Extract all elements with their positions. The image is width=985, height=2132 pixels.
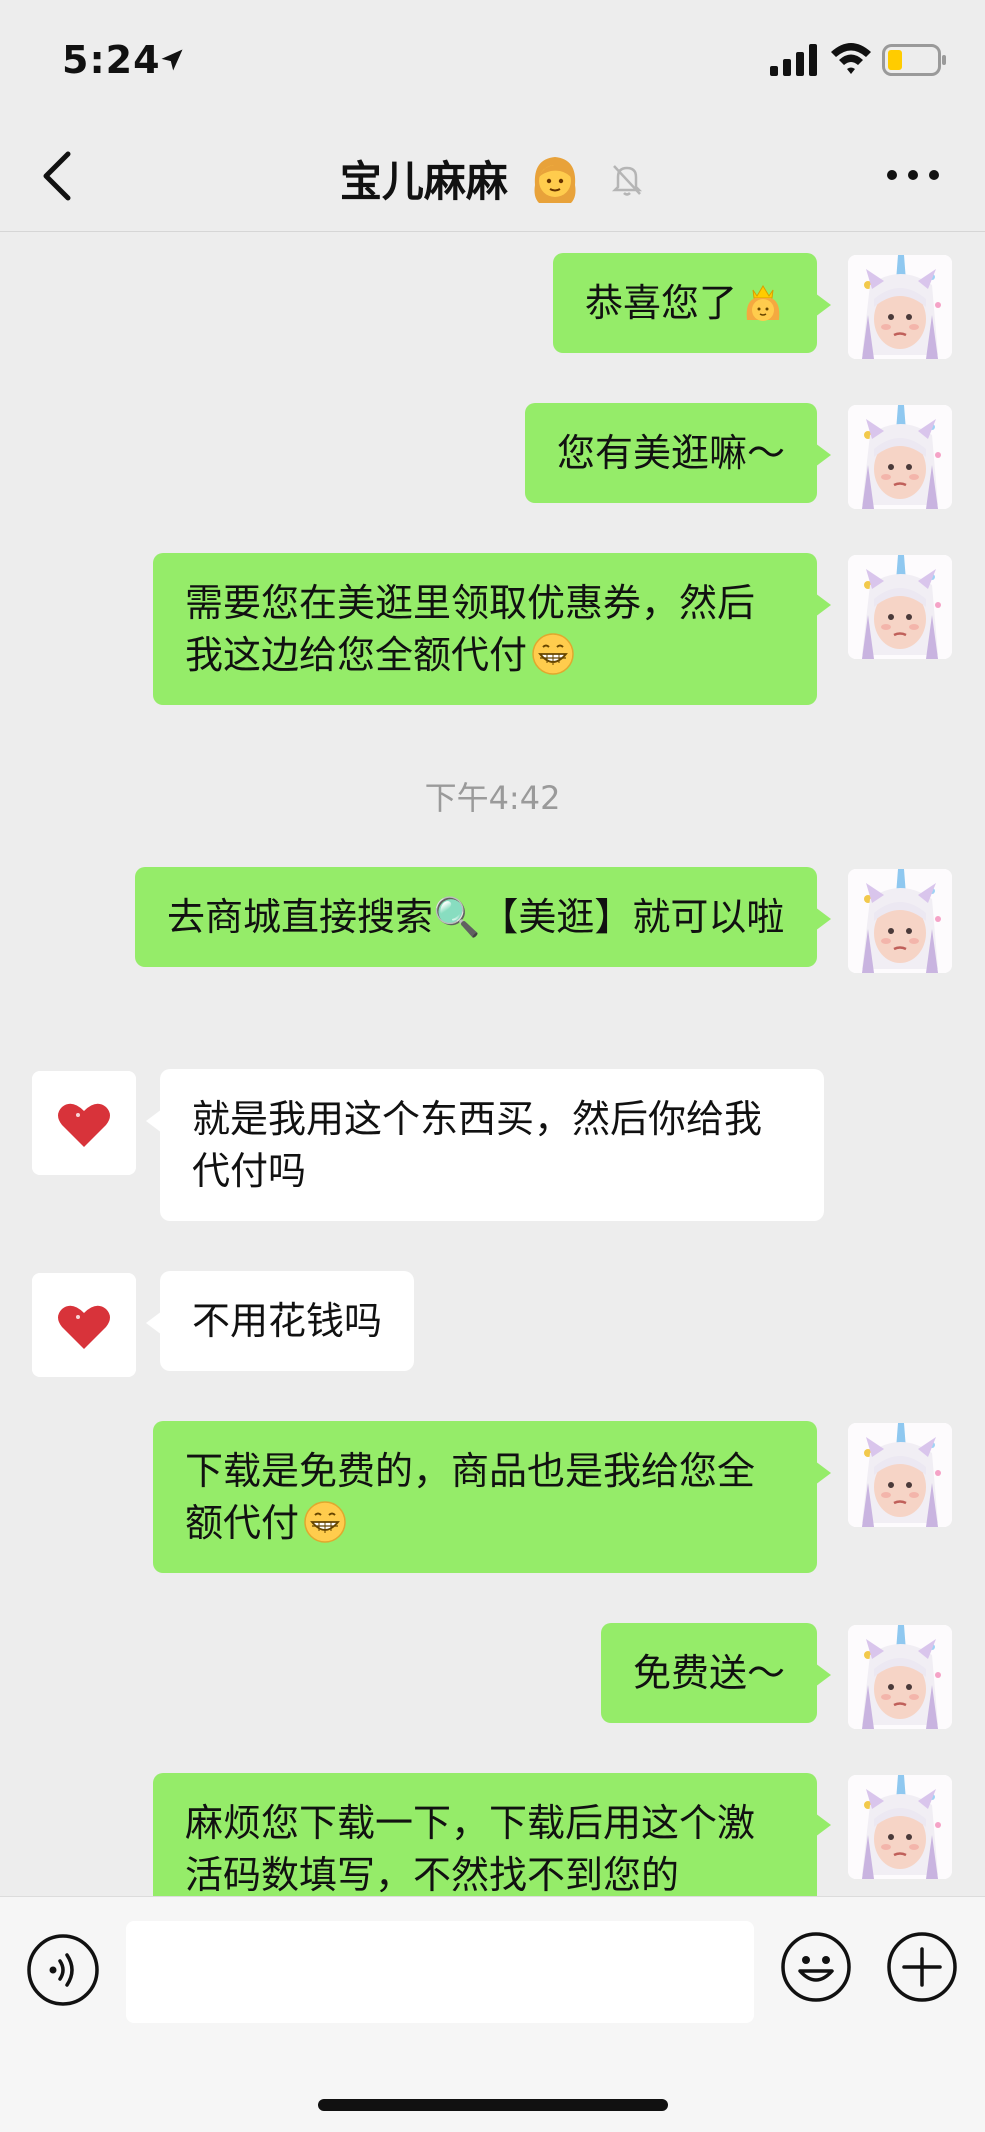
message-list[interactable]: 恭喜您了 您有美逛嘛～ 需要您在美逛里领取优惠券，然后我这边给您全额代付 下午4…: [0, 233, 985, 1896]
message-bubble[interactable]: 下载是免费的，商品也是我给您全额代付: [153, 1421, 831, 1573]
grin-emoji-icon: [303, 1500, 347, 1544]
more-actions-plus-icon[interactable]: [886, 1931, 958, 2003]
input-bar: [0, 1896, 985, 2132]
contact-name: 宝儿麻麻: [339, 157, 508, 206]
wifi-icon: [831, 43, 871, 74]
message-text: 麻烦您下载一下，下载后用这个激活码数填写，不然找不到您的: [185, 1801, 756, 1896]
my-avatar[interactable]: [848, 555, 952, 659]
message-bubble[interactable]: 去商城直接搜索🔍【美逛】就可以啦: [135, 867, 831, 967]
my-avatar[interactable]: [848, 405, 952, 509]
message-bubble[interactable]: 就是我用这个东西买，然后你给我代付吗: [146, 1069, 824, 1221]
chat-title[interactable]: 宝儿麻麻: [0, 148, 985, 209]
message-text: 恭喜您了: [584, 281, 737, 325]
chat-header: 宝儿麻麻: [0, 120, 985, 232]
message-bubble[interactable]: 不用花钱吗: [145, 1271, 415, 1371]
more-options-icon[interactable]: [884, 160, 942, 190]
my-avatar[interactable]: [848, 1625, 952, 1729]
princess-emoji-icon: [741, 280, 785, 324]
battery-low-icon: [882, 44, 946, 76]
message-bubble[interactable]: 需要您在美逛里领取优惠券，然后我这边给您全额代付: [153, 553, 831, 705]
my-avatar[interactable]: [848, 1423, 952, 1527]
status-time: 5:24: [62, 38, 161, 82]
grin-emoji-icon: [531, 632, 575, 676]
mute-bell-icon: [612, 164, 643, 196]
message-text: 就是我用这个东西买，然后你给我代付吗: [192, 1097, 763, 1193]
message-bubble[interactable]: 恭喜您了: [552, 253, 832, 353]
my-avatar[interactable]: [848, 1775, 952, 1879]
message-text: 去商城直接搜索🔍【美逛】就可以啦: [167, 895, 785, 939]
message-bubble[interactable]: 您有美逛嘛～: [524, 403, 832, 503]
message-text: 免费送～: [632, 1651, 785, 1695]
message-text: 下载是免费的，商品也是我给您全额代付: [185, 1449, 756, 1545]
message-input[interactable]: [126, 1921, 754, 2023]
message-text: 您有美逛嘛～: [556, 431, 785, 475]
cellular-signal-icon: [770, 44, 817, 76]
contact-avatar[interactable]: [32, 1071, 136, 1175]
my-avatar[interactable]: [848, 869, 952, 973]
emoji-picker-icon[interactable]: [780, 1931, 852, 2003]
message-bubble[interactable]: 麻烦您下载一下，下载后用这个激活码数填写，不然找不到您的: [153, 1773, 831, 1896]
my-avatar[interactable]: [848, 255, 952, 359]
message-text: 不用花钱吗: [192, 1299, 383, 1343]
location-arrow-icon: [161, 49, 183, 71]
message-text: 需要您在美逛里领取优惠券，然后我这边给您全额代付: [185, 581, 756, 677]
message-bubble[interactable]: 免费送～: [600, 1623, 832, 1723]
contact-avatar[interactable]: [32, 1273, 136, 1377]
voice-input-icon[interactable]: [26, 1933, 100, 2007]
home-indicator[interactable]: [318, 2099, 668, 2111]
message-timestamp: 下午4:42: [424, 779, 561, 817]
status-bar: 5:24: [0, 0, 985, 120]
woman-emoji-icon: [534, 156, 575, 203]
